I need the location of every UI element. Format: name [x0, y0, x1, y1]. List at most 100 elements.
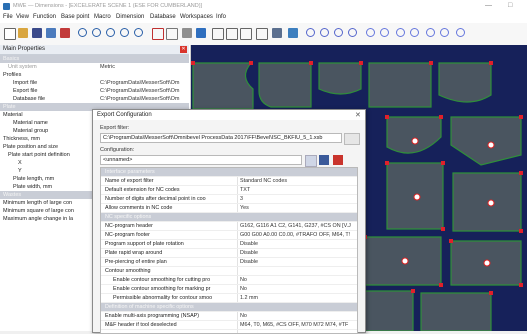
path-icon[interactable]	[366, 28, 375, 37]
parameter-value[interactable]: 3	[240, 196, 243, 202]
parameter-value[interactable]: Disable	[240, 241, 258, 247]
report-icon[interactable]	[426, 28, 435, 37]
parameter-row[interactable]: Enable contour smoothing for cutting pro…	[101, 276, 357, 285]
export-icon[interactable]	[410, 28, 419, 37]
menu-file[interactable]: File	[3, 14, 13, 20]
lead-in-icon[interactable]	[306, 28, 315, 37]
parameter-name: Allow comments in NC code	[105, 205, 173, 211]
zoom-all-icon[interactable]	[134, 28, 143, 37]
menu-info[interactable]: Info	[216, 14, 226, 20]
parameter-grid: Interface parameters Name of export filte…	[100, 167, 358, 334]
property-row[interactable]: Profiles	[0, 71, 189, 79]
parameter-row[interactable]: Enable contour smoothing for marking pr N…	[101, 285, 357, 294]
parameter-row[interactable]: Contour smoothing	[101, 267, 357, 276]
tool-icon[interactable]	[196, 28, 206, 38]
bevel-icon[interactable]	[272, 28, 282, 38]
parameter-row[interactable]: Name of export filter Standard NC codes	[101, 177, 357, 186]
parameter-row[interactable]: Number of digits after decimal point in …	[101, 195, 357, 204]
nc-icon[interactable]	[288, 28, 298, 38]
parameter-row[interactable]: Enable multi-axis programming (NSAP) No	[101, 312, 357, 321]
delete-config-icon[interactable]	[333, 155, 343, 165]
property-row[interactable]: Unit system Metric	[0, 63, 189, 71]
parameter-category[interactable]: Interface parameters	[101, 168, 357, 177]
handle-marker	[489, 291, 493, 295]
parameter-value[interactable]: Standard NC codes	[240, 178, 287, 184]
zoom-window-icon[interactable]	[120, 28, 129, 37]
maximize-icon[interactable]: □	[508, 2, 512, 9]
save-config-icon[interactable]	[319, 155, 329, 165]
dialog-title: Export Configuration	[97, 112, 152, 118]
zoom-icon[interactable]	[78, 28, 87, 37]
pierce-icon[interactable]	[334, 28, 343, 37]
parameter-row[interactable]: NC-program header G162, G116 A1 C2, G141,…	[101, 222, 357, 231]
hole-marker	[487, 141, 495, 149]
property-row[interactable]: Import file C:\ProgramData\MesserSoft\Om	[0, 79, 189, 87]
distribute-icon[interactable]	[256, 28, 268, 40]
property-row[interactable]: Export file C:\ProgramData\MesserSoft\Om	[0, 87, 189, 95]
menu-database[interactable]: Database	[150, 14, 176, 20]
layer-icon[interactable]	[182, 28, 192, 38]
help-icon[interactable]	[456, 28, 465, 37]
sequence-icon[interactable]	[380, 28, 389, 37]
parameter-value[interactable]: G162, G116 A1 C2, G141, G237, #CS ON [V.…	[240, 223, 351, 229]
property-category[interactable]: Basics	[0, 55, 189, 63]
zoom-in-icon[interactable]	[92, 28, 101, 37]
parameter-name: Enable multi-axis programming (NSAP)	[105, 313, 200, 319]
select-icon[interactable]	[152, 28, 164, 40]
new-file-icon[interactable]	[4, 28, 16, 40]
menu-dimension[interactable]: Dimension	[116, 14, 144, 20]
menu-macro[interactable]: Macro	[94, 14, 111, 20]
parameter-row[interactable]: Permissible abnormality for contour smoo…	[101, 294, 357, 303]
part-shape	[258, 62, 312, 108]
menu-view[interactable]: View	[16, 14, 29, 20]
grid-icon[interactable]	[166, 28, 178, 40]
close-icon[interactable]: ✕	[180, 46, 187, 53]
parameter-value[interactable]: No	[240, 286, 247, 292]
save-as-icon[interactable]	[46, 28, 56, 38]
parameter-value[interactable]: No	[240, 313, 247, 319]
parameter-category[interactable]: NC specific options	[101, 213, 357, 222]
parameter-row[interactable]: NC-program footer G00 G00 A0.00 C0.00, #T…	[101, 231, 357, 240]
menu-workspaces[interactable]: Workspaces	[180, 14, 213, 20]
align-right-icon[interactable]	[240, 28, 252, 40]
parameter-row[interactable]: M&F header if tool deselected M64, T0, M6…	[101, 321, 357, 330]
parameter-value[interactable]: TXT	[240, 187, 250, 193]
open-folder-icon[interactable]	[18, 28, 28, 38]
add-config-icon[interactable]	[305, 155, 317, 167]
align-left-icon[interactable]	[212, 28, 224, 40]
parameter-value[interactable]: No	[240, 277, 247, 283]
parameter-category[interactable]: Definition of machine specific options	[101, 303, 357, 312]
property-row[interactable]: Database file C:\ProgramData\MesserSoft\O…	[0, 95, 189, 103]
zoom-out-icon[interactable]	[106, 28, 115, 37]
parameter-name: Name of export filter	[105, 178, 154, 184]
handle-marker	[489, 61, 493, 65]
save-icon[interactable]	[32, 28, 42, 38]
parameter-value[interactable]: M64, T0, M65, #CS OFF, M70 M72 M74, #TF	[240, 322, 348, 328]
settings-icon[interactable]	[440, 28, 449, 37]
parameter-row[interactable]: Default extension for NC codes TXT	[101, 186, 357, 195]
browse-button[interactable]	[344, 133, 360, 145]
parameter-value[interactable]: Disable	[240, 259, 258, 265]
parameter-row[interactable]: Allow comments in NC code Yes	[101, 204, 357, 213]
parameter-row[interactable]: Plate rapid wrap around Disable	[101, 249, 357, 258]
parameter-row[interactable]: Pre-piercing of entire plan Disable	[101, 258, 357, 267]
lead-out-icon[interactable]	[320, 28, 329, 37]
menu-function[interactable]: Function	[33, 14, 56, 20]
parameter-value[interactable]: Disable	[240, 250, 258, 256]
parameter-value[interactable]: Yes	[240, 205, 249, 211]
menu-base-point[interactable]: Base point	[61, 14, 89, 20]
simulate-icon[interactable]	[396, 28, 405, 37]
dialog-close-icon[interactable]: ✕	[355, 111, 361, 119]
align-center-icon[interactable]	[226, 28, 238, 40]
parameter-row[interactable]: Program support of plate rotation Disable	[101, 240, 357, 249]
minimize-icon[interactable]: —	[485, 2, 492, 9]
hole-marker	[483, 259, 491, 267]
export-filter-field[interactable]: C:\ProgramData\MesserSoft\Omnibevel Proc…	[100, 133, 342, 143]
marking-icon[interactable]	[348, 28, 357, 37]
configuration-label: Configuration:	[100, 147, 135, 153]
delete-icon[interactable]	[60, 28, 70, 38]
property-name: Import file	[13, 80, 38, 86]
parameter-value[interactable]: G00 G00 A0.00 C0.00, #TRAFO OFF, M64, T!	[240, 232, 350, 238]
parameter-value[interactable]: 1.2 mm	[240, 295, 258, 301]
configuration-select[interactable]: <unnamed>	[100, 155, 302, 165]
